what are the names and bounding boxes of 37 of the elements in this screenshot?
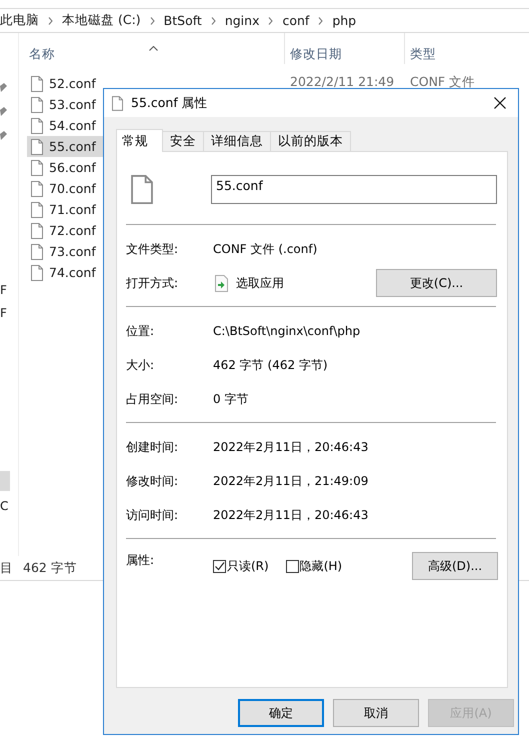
nav-item-text: F: [0, 306, 7, 320]
selection-size: 462 字节: [23, 560, 77, 576]
property-label: 访问时间:: [126, 506, 180, 524]
file-name: 71.conf: [49, 202, 96, 217]
property-label: 属性:: [126, 552, 156, 569]
nav-item-text: F: [0, 283, 7, 297]
property-label: 文件类型:: [126, 240, 180, 258]
file-name: 73.conf: [49, 244, 96, 259]
file-type: CONF 文件: [410, 74, 476, 91]
file-name: 54.conf: [49, 118, 96, 133]
file-name: 72.conf: [49, 223, 96, 238]
property-value: C:\BtSoft\nginx\conf\php: [213, 324, 360, 338]
property-value: 0 字节: [213, 390, 248, 408]
property-label: 修改时间:: [126, 472, 180, 490]
file-name: 53.conf: [49, 97, 96, 112]
property-value: 2022年2月11日，21:49:09: [213, 472, 368, 490]
file-name: 55.conf: [49, 139, 96, 154]
file-name: 70.conf: [49, 181, 96, 196]
property-label: 占用空间:: [126, 390, 180, 408]
modified-date: 2022/2/11 21:49: [290, 74, 394, 89]
nav-item-text: C: [0, 499, 8, 513]
property-value: 2022年2月11日，20:46:43: [213, 506, 368, 524]
checkbox-label: 只读(R): [227, 558, 269, 574]
file-name: 74.conf: [49, 265, 96, 280]
property-label: 位置:: [126, 322, 156, 340]
property-label: 创建时间:: [126, 438, 180, 456]
property-value: 2022年2月11日，20:46:43: [213, 438, 368, 456]
file-name: 56.conf: [49, 160, 96, 175]
property-label: 打开方式:: [126, 274, 180, 292]
checkbox-label: 隐藏(H): [300, 558, 342, 574]
property-value: 462 字节 (462 字节): [213, 356, 328, 374]
property-value: CONF 文件 (.conf): [213, 240, 318, 258]
item-count: 目: [0, 560, 13, 576]
file-name: 52.conf: [49, 76, 96, 91]
window-title: 55.conf 属性: [131, 94, 209, 112]
property-label: 大小:: [126, 356, 156, 374]
property-value: 选取应用: [236, 274, 284, 292]
